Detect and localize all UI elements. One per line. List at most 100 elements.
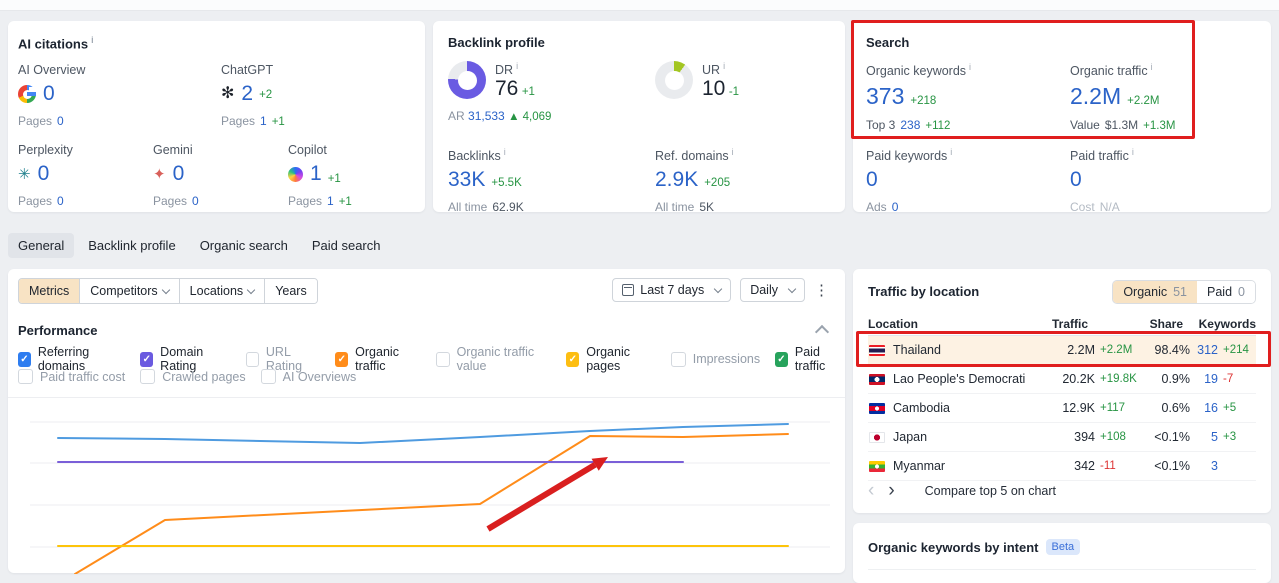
prev-page-icon[interactable]: ‹ <box>868 481 874 500</box>
ads-label: Ads <box>866 200 887 215</box>
info-icon[interactable] <box>504 147 506 163</box>
tab-general[interactable]: General <box>8 233 75 258</box>
checkbox-paid-traffic[interactable]: Paid traffic <box>775 345 845 373</box>
checkbox-box <box>566 351 580 367</box>
paid-traffic-label: Paid traffic <box>1070 149 1129 164</box>
collapse-section-icon[interactable] <box>814 324 830 340</box>
info-icon[interactable] <box>516 61 518 77</box>
info-icon[interactable] <box>732 147 734 163</box>
ref-domains-label: Ref. domains <box>655 149 729 164</box>
location-row-japan[interactable]: Japan 394 +108 <0.1% 5 +3 <box>868 423 1256 452</box>
checkbox-impressions[interactable]: Impressions <box>670 351 760 367</box>
chatgpt-value[interactable]: 2 <box>241 82 253 106</box>
info-icon[interactable] <box>91 35 94 51</box>
next-page-icon[interactable]: › <box>888 481 894 500</box>
pages-label: Pages <box>153 194 188 208</box>
pages-value[interactable]: 0 <box>57 114 64 128</box>
chevron-down-icon <box>161 285 170 295</box>
gemini-icon: ✦ <box>153 165 166 183</box>
laos-flag-icon <box>869 373 885 385</box>
pages-value[interactable]: 0 <box>57 194 64 208</box>
pages-value[interactable]: 0 <box>192 194 199 208</box>
tab-paid-search[interactable]: Paid search <box>302 233 391 258</box>
tab-backlink-profile[interactable]: Backlink profile <box>78 233 185 258</box>
tab-organic-search[interactable]: Organic search <box>190 233 298 258</box>
location-row-thailand[interactable]: Thailand 2.2M +2.2M 98.4% 312 +214 <box>868 336 1256 365</box>
kebab-menu-icon[interactable]: ⋮ <box>814 281 829 299</box>
organic-count: 51 <box>1173 285 1188 299</box>
checkbox-box <box>245 351 259 367</box>
value-label: Value <box>1070 118 1100 133</box>
organic-keywords-value[interactable]: 373 <box>866 83 904 110</box>
gemini-label: Gemini <box>153 143 193 157</box>
ar-label: AR <box>448 109 465 123</box>
checkbox-box <box>18 351 31 367</box>
checkbox-box <box>335 351 349 367</box>
competitors-filter-button[interactable]: Competitors <box>79 279 179 303</box>
checkbox-ai-overviews[interactable]: AI Overviews <box>260 369 356 384</box>
checkbox-crawled-pages[interactable]: Crawled pages <box>140 369 246 384</box>
report-tabs: General Backlink profile Organic search … <box>8 233 391 258</box>
ai-overview-stat: AI Overview 0 Pages 0 <box>18 63 85 128</box>
ai-overview-value[interactable]: 0 <box>43 82 55 106</box>
years-filter-button[interactable]: Years <box>264 279 317 303</box>
top3-value[interactable]: 238 <box>900 118 920 132</box>
pages-value[interactable]: 1 <box>260 114 267 128</box>
backlinks-delta: +5.5K <box>491 177 522 190</box>
info-icon[interactable] <box>950 147 952 163</box>
col-share[interactable]: Share <box>1139 317 1183 331</box>
paid-traffic-value[interactable]: 0 <box>1070 168 1082 192</box>
dr-value[interactable]: 76 <box>495 77 518 100</box>
pages-delta: +1 <box>338 196 352 208</box>
copilot-value[interactable]: 1 <box>310 162 322 186</box>
info-icon[interactable] <box>1132 147 1134 163</box>
backlinks-value[interactable]: 33K <box>448 168 485 192</box>
col-location[interactable]: Location <box>868 317 1018 331</box>
pages-value[interactable]: 1 <box>327 194 334 208</box>
ai-citations-title: AI citations <box>18 36 89 52</box>
gemini-value[interactable]: 0 <box>173 162 185 186</box>
performance-chart[interactable] <box>8 397 845 574</box>
ar-value[interactable]: 31,533 <box>468 109 505 123</box>
paid-keywords-value[interactable]: 0 <box>866 168 878 192</box>
checkbox-organic-pages[interactable]: Organic pages <box>566 345 655 373</box>
top3-label: Top 3 <box>866 118 896 133</box>
checkbox-box <box>140 351 154 367</box>
perplexity-value[interactable]: 0 <box>38 162 50 186</box>
toggle-organic[interactable]: Organic 51 <box>1113 281 1198 303</box>
info-icon[interactable] <box>723 61 725 77</box>
col-traffic[interactable]: Traffic <box>1018 317 1088 331</box>
organic-keywords-delta: +218 <box>910 95 937 108</box>
checkbox-organic-traffic-value[interactable]: Organic traffic value <box>436 345 551 373</box>
value-delta: +1.3M <box>1143 120 1176 133</box>
perplexity-icon: ✳ <box>18 165 31 183</box>
google-icon <box>18 85 36 103</box>
location-row-laos[interactable]: Lao People's Democratic Reput 20.2K +19.… <box>868 365 1256 394</box>
paid-keywords-stat: Paid keywords 0 Ads 0 <box>866 147 952 214</box>
location-row-myanmar[interactable]: Myanmar 342 -11 <0.1% 3 <box>868 452 1256 481</box>
chatgpt-delta: +2 <box>259 89 273 101</box>
traffic-by-location-title: Traffic by location <box>868 284 980 299</box>
locations-filter-button[interactable]: Locations <box>178 279 265 303</box>
copilot-label: Copilot <box>288 143 327 157</box>
date-range-button[interactable]: Last 7 days <box>612 278 732 302</box>
checkbox-box <box>436 351 450 367</box>
info-icon[interactable] <box>1151 62 1153 78</box>
location-row-cambodia[interactable]: Cambodia 12.9K +117 0.6% 16 +5 <box>868 394 1256 423</box>
toggle-paid[interactable]: Paid 0 <box>1197 281 1255 303</box>
checkbox-box <box>260 369 276 384</box>
checkbox-paid-traffic-cost[interactable]: Paid traffic cost <box>18 369 125 384</box>
organic-traffic-delta: +2.2M <box>1127 95 1160 108</box>
ads-value[interactable]: 0 <box>892 200 899 214</box>
compare-top5-link[interactable]: Compare top 5 on chart <box>925 484 1056 498</box>
organic-paid-toggle: Organic 51 Paid 0 <box>1112 280 1256 304</box>
organic-traffic-value[interactable]: 2.2M <box>1070 83 1121 110</box>
pages-label: Pages <box>18 114 53 128</box>
traffic-by-location-card: Traffic by location Organic 51 Paid 0 Loca… <box>853 269 1271 513</box>
metrics-filter-button[interactable]: Metrics <box>19 279 80 303</box>
col-keywords[interactable]: Keywords <box>1183 317 1256 331</box>
info-icon[interactable] <box>969 62 971 78</box>
ref-domains-value[interactable]: 2.9K <box>655 168 698 192</box>
granularity-button[interactable]: Daily <box>740 278 805 302</box>
ur-value[interactable]: 10 <box>702 77 725 100</box>
